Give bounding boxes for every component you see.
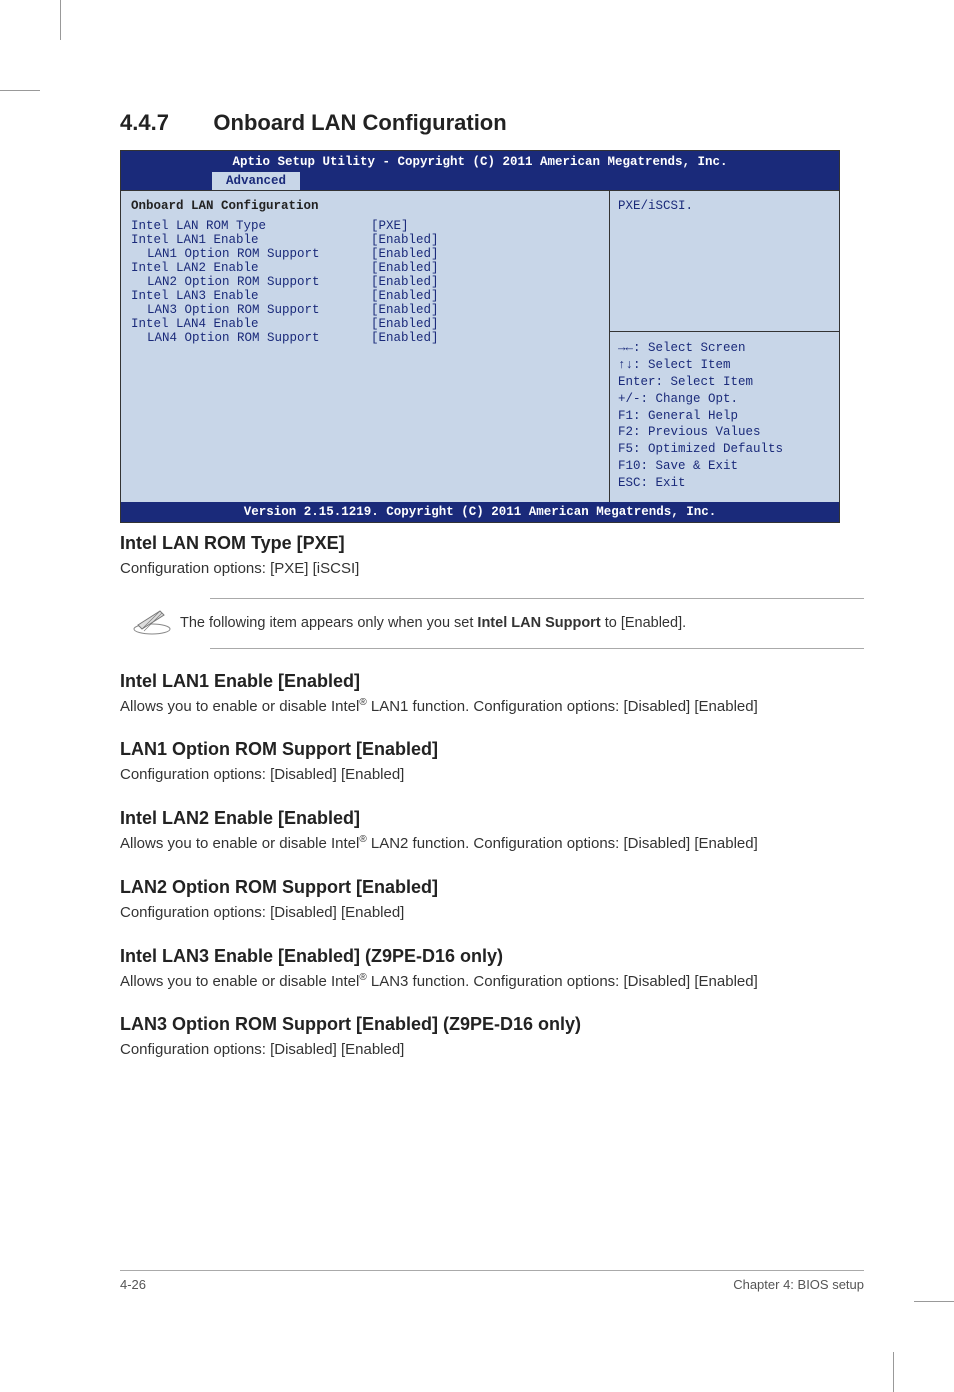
bios-key-line: ↑↓: Select Item — [618, 357, 831, 374]
bios-setting-value: [Enabled] — [371, 233, 439, 247]
heading-lan3-enable: Intel LAN3 Enable [Enabled] (Z9PE-D16 on… — [120, 946, 864, 967]
bios-setting-row: Intel LAN2 Enable[Enabled] — [131, 261, 599, 275]
registered-mark: ® — [359, 697, 366, 708]
bios-panel-heading: Onboard LAN Configuration — [131, 199, 599, 219]
bios-setting-label: Intel LAN1 Enable — [131, 233, 371, 247]
bios-setting-label: Intel LAN ROM Type — [131, 219, 371, 233]
bios-setting-label: Intel LAN3 Enable — [131, 289, 371, 303]
para-lan2-oprom: Configuration options: [Disabled] [Enabl… — [120, 902, 864, 924]
bios-setting-row: Intel LAN ROM Type[PXE] — [131, 219, 599, 233]
heading-lan2-enable: Intel LAN2 Enable [Enabled] — [120, 808, 864, 829]
bios-setting-value: [Enabled] — [371, 317, 439, 331]
bios-right-pane: PXE/iSCSI. →←: Select Screen↑↓: Select I… — [609, 191, 839, 502]
section-title: Onboard LAN Configuration — [213, 110, 506, 136]
note-bold: Intel LAN Support — [477, 615, 600, 631]
bios-setting-label: Intel LAN4 Enable — [131, 317, 371, 331]
bios-setting-value: [Enabled] — [371, 275, 439, 289]
para-lan1-oprom: Configuration options: [Disabled] [Enabl… — [120, 764, 864, 786]
heading-lan2-oprom: LAN2 Option ROM Support [Enabled] — [120, 877, 864, 898]
bios-setting-row: Intel LAN1 Enable[Enabled] — [131, 233, 599, 247]
bios-key-line: F10: Save & Exit — [618, 458, 831, 475]
note-block: The following item appears only when you… — [120, 598, 864, 649]
bios-screenshot: Aptio Setup Utility - Copyright (C) 2011… — [120, 150, 840, 523]
bios-setting-label: Intel LAN2 Enable — [131, 261, 371, 275]
bios-key-legend: →←: Select Screen↑↓: Select ItemEnter: S… — [610, 331, 839, 502]
bios-key-line: +/-: Change Opt. — [618, 391, 831, 408]
crop-mark — [60, 0, 61, 40]
note-text: The following item appears only when you… — [180, 615, 864, 631]
bios-setting-value: [Enabled] — [371, 247, 439, 261]
bios-setting-label: LAN3 Option ROM Support — [131, 303, 371, 317]
bios-setting-row: LAN3 Option ROM Support[Enabled] — [131, 303, 599, 317]
bios-title: Aptio Setup Utility - Copyright (C) 2011… — [121, 153, 839, 171]
crop-mark — [0, 90, 40, 91]
para-lan3-enable: Allows you to enable or disable Intel® L… — [120, 971, 864, 993]
bios-key-line: F2: Previous Values — [618, 424, 831, 441]
bios-key-line: Enter: Select Item — [618, 374, 831, 391]
pencil-icon — [120, 607, 180, 640]
para-lan3-oprom: Configuration options: [Disabled] [Enabl… — [120, 1039, 864, 1061]
para-lan2-enable: Allows you to enable or disable Intel® L… — [120, 833, 864, 855]
chapter-label: Chapter 4: BIOS setup — [733, 1277, 864, 1292]
para-lan-rom-type: Configuration options: [PXE] [iSCSI] — [120, 558, 864, 580]
page-footer: 4-26 Chapter 4: BIOS setup — [120, 1270, 864, 1292]
bios-setting-row: Intel LAN3 Enable[Enabled] — [131, 289, 599, 303]
section-number: 4.4.7 — [120, 110, 169, 136]
registered-mark: ® — [359, 834, 366, 845]
bios-setting-row: LAN1 Option ROM Support[Enabled] — [131, 247, 599, 261]
bios-key-line: →←: Select Screen — [618, 340, 831, 357]
bios-setting-value: [Enabled] — [371, 331, 439, 345]
bios-key-line: F5: Optimized Defaults — [618, 441, 831, 458]
bios-key-line: F1: General Help — [618, 408, 831, 425]
bios-setting-value: [Enabled] — [371, 261, 439, 275]
heading-lan1-oprom: LAN1 Option ROM Support [Enabled] — [120, 739, 864, 760]
crop-mark — [914, 1301, 954, 1302]
bios-titlebar: Aptio Setup Utility - Copyright (C) 2011… — [121, 151, 839, 190]
bios-tab-advanced: Advanced — [211, 171, 301, 190]
heading-lan-rom-type: Intel LAN ROM Type [PXE] — [120, 533, 864, 554]
registered-mark: ® — [359, 972, 366, 983]
crop-mark — [893, 1352, 894, 1392]
bios-setting-label: LAN4 Option ROM Support — [131, 331, 371, 345]
bios-setting-value: [Enabled] — [371, 303, 439, 317]
heading-lan3-oprom: LAN3 Option ROM Support [Enabled] (Z9PE-… — [120, 1014, 864, 1035]
bios-setting-row: LAN2 Option ROM Support[Enabled] — [131, 275, 599, 289]
bios-left-pane: Onboard LAN Configuration Intel LAN ROM … — [121, 191, 609, 502]
para-lan1-enable: Allows you to enable or disable Intel® L… — [120, 696, 864, 718]
bios-help-text: PXE/iSCSI. — [610, 191, 839, 331]
bios-setting-value: [Enabled] — [371, 289, 439, 303]
page-number: 4-26 — [120, 1277, 146, 1292]
note-text-b: to [Enabled]. — [601, 615, 686, 631]
bios-setting-row: Intel LAN4 Enable[Enabled] — [131, 317, 599, 331]
bios-setting-value: [PXE] — [371, 219, 409, 233]
bios-setting-label: LAN2 Option ROM Support — [131, 275, 371, 289]
section-header: 4.4.7 Onboard LAN Configuration — [120, 110, 864, 136]
bios-footer: Version 2.15.1219. Copyright (C) 2011 Am… — [121, 502, 839, 522]
bios-key-line: ESC: Exit — [618, 475, 831, 492]
bios-setting-label: LAN1 Option ROM Support — [131, 247, 371, 261]
heading-lan1-enable: Intel LAN1 Enable [Enabled] — [120, 671, 864, 692]
note-text-a: The following item appears only when you… — [180, 615, 477, 631]
bios-setting-row: LAN4 Option ROM Support[Enabled] — [131, 331, 599, 345]
